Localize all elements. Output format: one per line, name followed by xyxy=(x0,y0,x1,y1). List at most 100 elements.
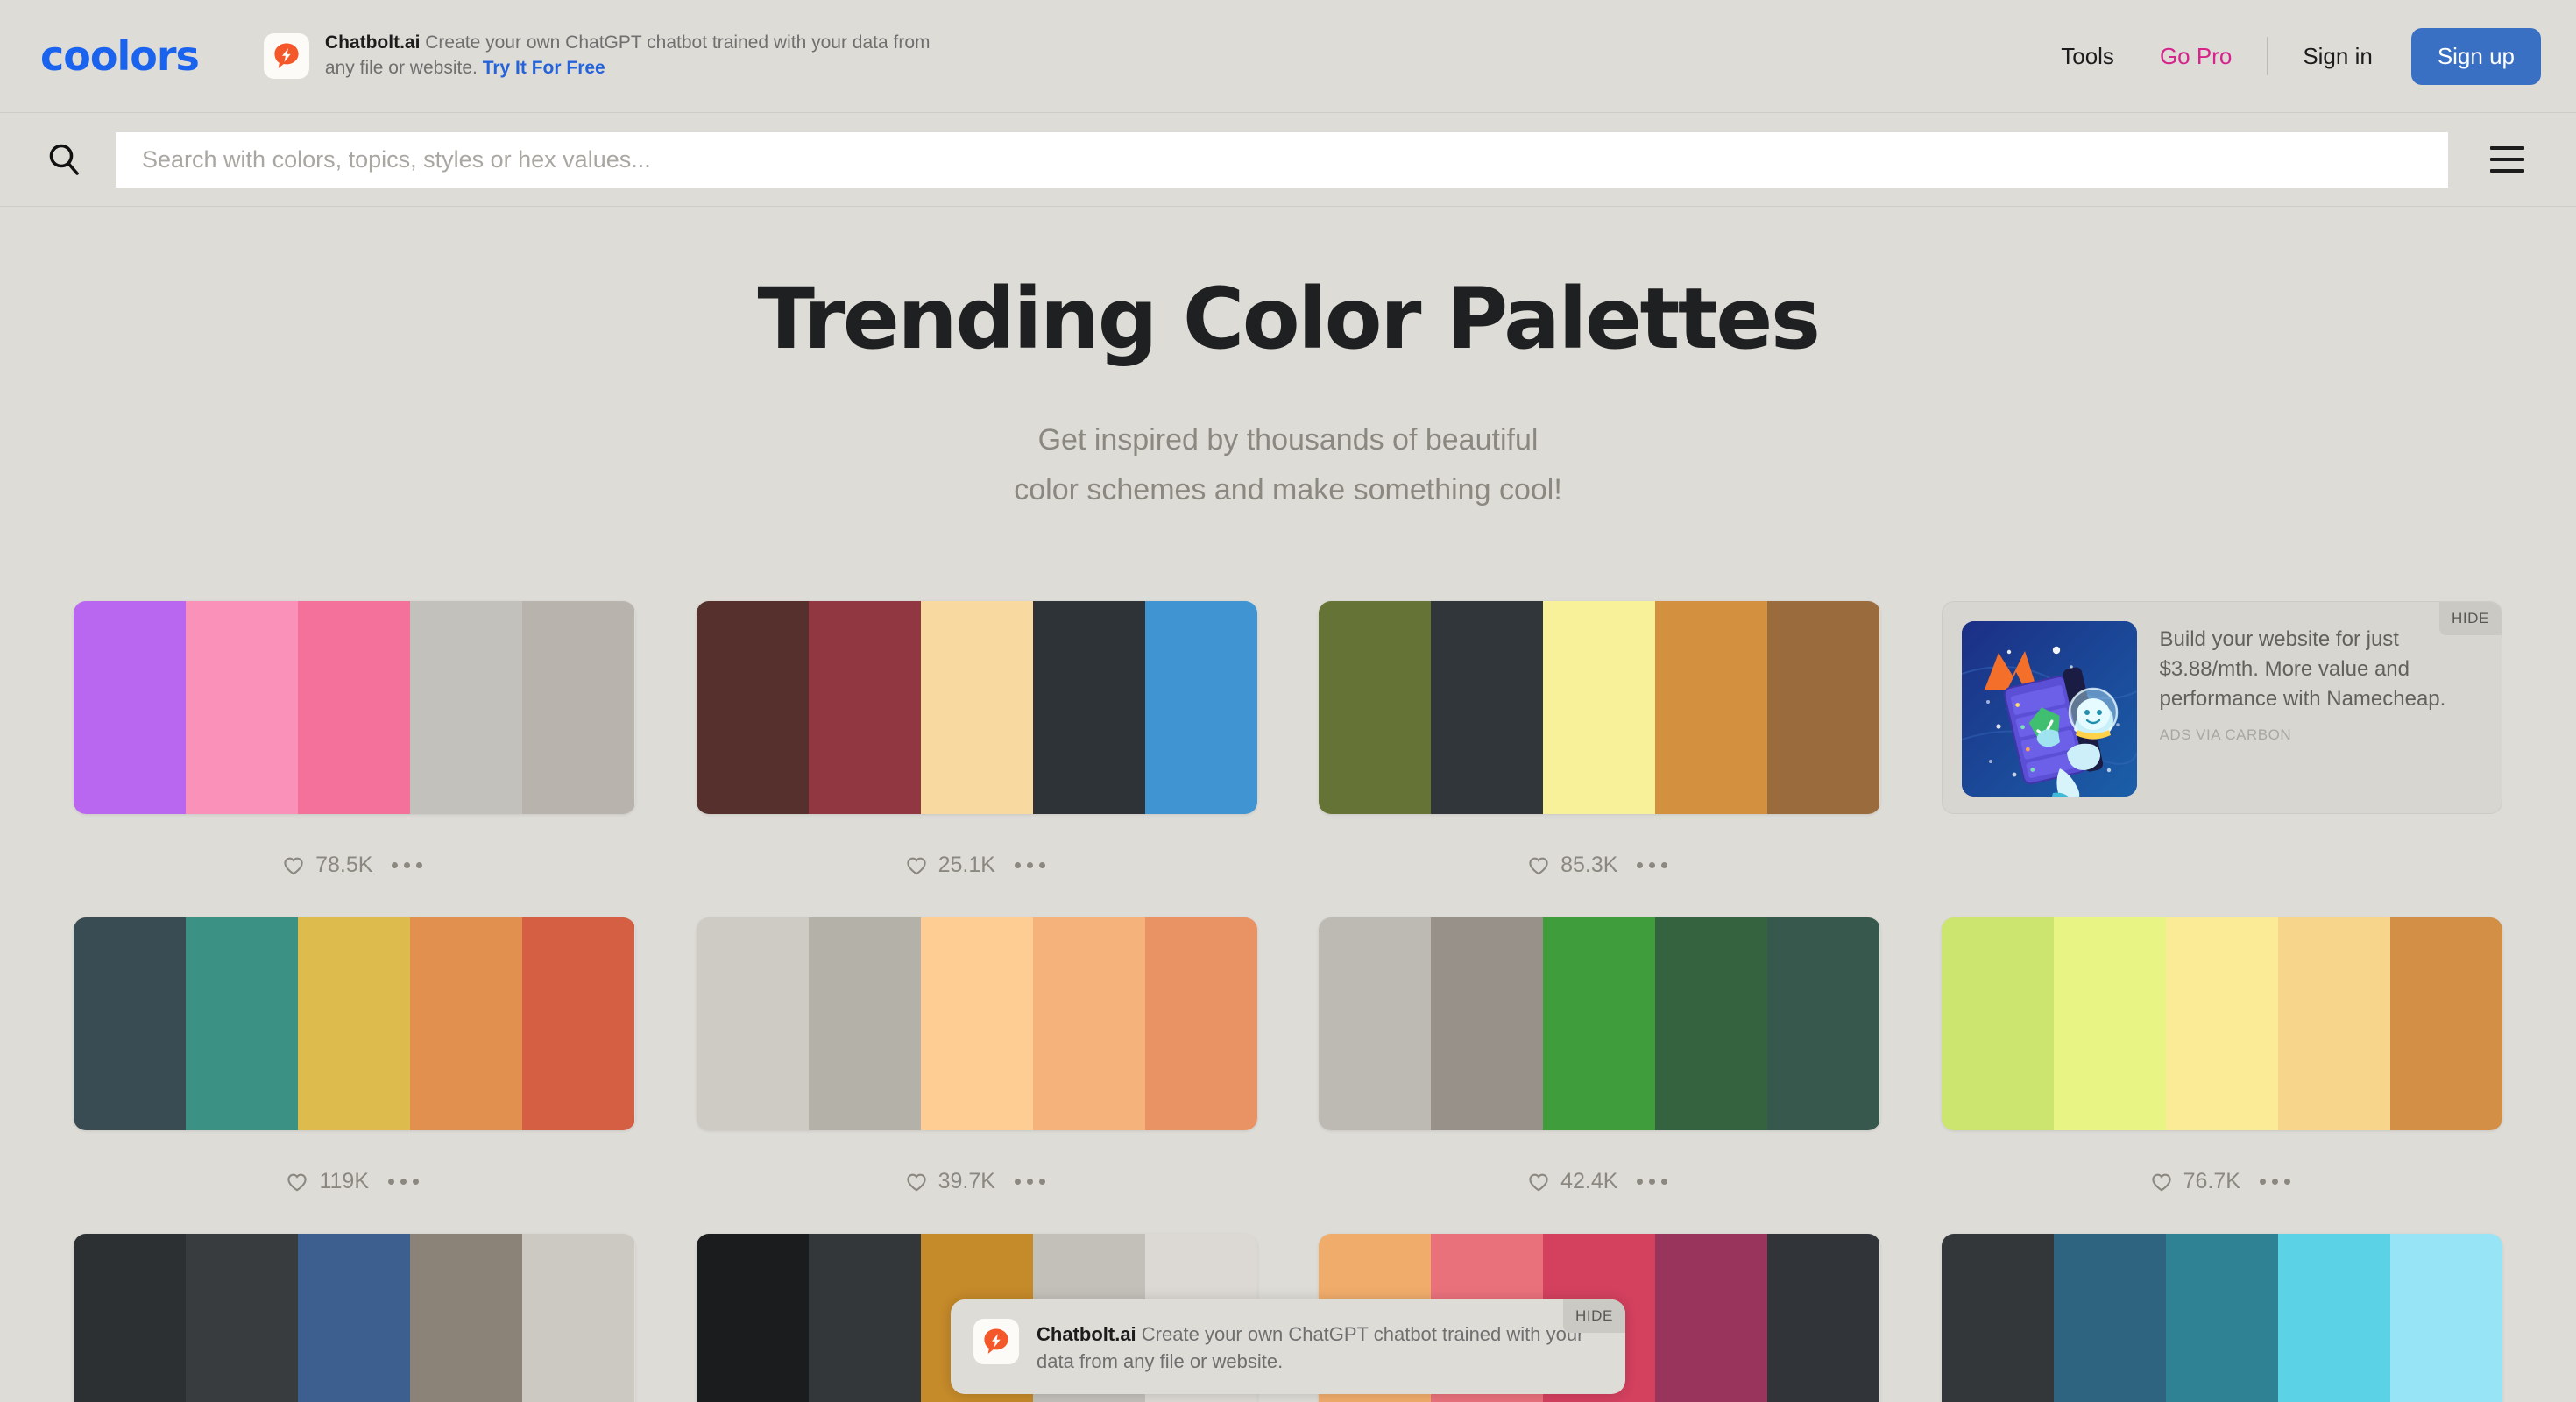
palette-swatch[interactable] xyxy=(1431,917,1543,1130)
search-icon[interactable] xyxy=(39,134,89,185)
hero-section: Trending Color Palettes Get inspired by … xyxy=(0,207,2576,515)
palette-swatch[interactable] xyxy=(2054,917,2166,1130)
sign-up-button[interactable]: Sign up xyxy=(2411,28,2541,85)
ad-text[interactable]: Build your website for just $3.88/mth. M… xyxy=(2160,625,2483,714)
palette-swatch[interactable] xyxy=(2278,917,2390,1130)
like-count: 25.1K xyxy=(938,853,995,878)
palette-swatch[interactable] xyxy=(809,1234,921,1402)
palette-swatch[interactable] xyxy=(809,917,921,1130)
palette-swatch[interactable] xyxy=(1655,917,1767,1130)
palette-swatch[interactable] xyxy=(697,601,809,814)
palette-swatches[interactable] xyxy=(1942,917,2503,1130)
palette-swatches[interactable] xyxy=(74,917,635,1130)
palette-swatch[interactable] xyxy=(2054,1234,2166,1402)
palette-more-options-button[interactable] xyxy=(388,855,426,875)
palette-swatch[interactable] xyxy=(2166,1234,2278,1402)
palette-swatch[interactable] xyxy=(298,917,410,1130)
palette-swatches[interactable] xyxy=(697,917,1258,1130)
palette-more-options-button[interactable] xyxy=(1633,855,1671,875)
palette-swatch[interactable] xyxy=(1767,1234,1879,1402)
palette-swatch[interactable] xyxy=(1767,917,1879,1130)
toast-text: Chatbolt.ai Create your own ChatGPT chat… xyxy=(1037,1319,1603,1375)
palette-swatches[interactable] xyxy=(697,601,1258,814)
palette-swatch[interactable] xyxy=(1319,601,1431,814)
palette-swatch[interactable] xyxy=(74,1234,186,1402)
palette-swatches[interactable] xyxy=(1319,601,1880,814)
palette-swatch[interactable] xyxy=(1543,601,1655,814)
toast-hide-button[interactable]: HIDE xyxy=(1563,1299,1625,1333)
palette-swatches[interactable] xyxy=(74,601,635,814)
palette-swatch[interactable] xyxy=(1431,601,1543,814)
palette-swatch[interactable] xyxy=(1033,917,1145,1130)
palette-meta: 78.5K xyxy=(74,814,635,917)
ad-hide-button[interactable]: HIDE xyxy=(2439,602,2502,635)
palette-swatch[interactable] xyxy=(697,917,809,1130)
palette-swatches[interactable] xyxy=(74,1234,635,1402)
palette-swatch[interactable] xyxy=(1942,1234,2054,1402)
hamburger-menu-icon[interactable] xyxy=(2476,129,2537,190)
like-button[interactable]: 39.7K xyxy=(905,1169,995,1194)
like-button[interactable]: 25.1K xyxy=(905,853,995,878)
namecheap-yeti-illustration[interactable] xyxy=(1962,621,2137,797)
palette-swatch[interactable] xyxy=(74,917,186,1130)
palette-swatch[interactable] xyxy=(1767,601,1879,814)
nav-item-go-pro[interactable]: Go Pro xyxy=(2137,43,2254,70)
nav-item-tools[interactable]: Tools xyxy=(2038,43,2137,70)
coolors-logo[interactable]: coolors xyxy=(40,32,199,80)
carbon-ad[interactable]: Build your website for just $3.88/mth. M… xyxy=(1942,601,2503,814)
palette-swatch[interactable] xyxy=(2390,917,2502,1130)
palette-cell: 25.1K xyxy=(697,601,1258,917)
palette-swatch[interactable] xyxy=(410,1234,522,1402)
palette-swatch[interactable] xyxy=(1543,917,1655,1130)
palette-cell: 119K xyxy=(74,917,635,1234)
palette-swatch[interactable] xyxy=(1319,917,1431,1130)
chatbolt-toast[interactable]: Chatbolt.ai Create your own ChatGPT chat… xyxy=(951,1299,1625,1394)
palette-more-options-button[interactable] xyxy=(1011,855,1049,875)
palette-swatches[interactable] xyxy=(1942,1234,2503,1402)
palette-meta: 85.3K xyxy=(1319,814,1880,917)
palette-swatch[interactable] xyxy=(921,917,1033,1130)
palette-more-options-button[interactable] xyxy=(385,1172,422,1192)
palette-swatch[interactable] xyxy=(809,601,921,814)
palette-swatch[interactable] xyxy=(1145,917,1257,1130)
palette-swatch[interactable] xyxy=(298,601,410,814)
palette-swatch[interactable] xyxy=(697,1234,809,1402)
palette-swatch[interactable] xyxy=(410,601,522,814)
search-input[interactable] xyxy=(116,132,2448,188)
palette-swatch[interactable] xyxy=(522,1234,634,1402)
like-count: 85.3K xyxy=(1560,853,1617,878)
palette-swatch[interactable] xyxy=(1145,601,1257,814)
palette-swatch[interactable] xyxy=(186,1234,298,1402)
palette-swatch[interactable] xyxy=(2166,917,2278,1130)
like-button[interactable]: 42.4K xyxy=(1527,1169,1617,1194)
palette-swatch[interactable] xyxy=(298,1234,410,1402)
like-button[interactable]: 78.5K xyxy=(282,853,372,878)
palette-swatch[interactable] xyxy=(74,601,186,814)
palette-swatch[interactable] xyxy=(1655,1234,1767,1402)
palette-more-options-button[interactable] xyxy=(1633,1172,1671,1192)
palette-more-options-button[interactable] xyxy=(2256,1172,2294,1192)
header-promo-cta[interactable]: Try It For Free xyxy=(483,58,605,78)
palette-swatch[interactable] xyxy=(522,917,634,1130)
palette-more-options-button[interactable] xyxy=(1011,1172,1049,1192)
palette-swatch[interactable] xyxy=(522,601,634,814)
nav-item-sign-in[interactable]: Sign in xyxy=(2280,43,2396,70)
like-button[interactable]: 119K xyxy=(286,1169,369,1194)
palette-swatch[interactable] xyxy=(1033,601,1145,814)
like-button[interactable]: 85.3K xyxy=(1527,853,1617,878)
palette-swatch[interactable] xyxy=(186,917,298,1130)
page-subtitle-line-2: color schemes and make something cool! xyxy=(0,465,2576,515)
like-button[interactable]: 76.7K xyxy=(2150,1169,2240,1194)
palette-meta: 39.7K xyxy=(697,1130,1258,1234)
palette-swatch[interactable] xyxy=(921,601,1033,814)
palette-swatch[interactable] xyxy=(1655,601,1767,814)
palette-swatch[interactable] xyxy=(410,917,522,1130)
chatbolt-logo-icon xyxy=(264,33,309,79)
palette-swatch[interactable] xyxy=(2390,1234,2502,1402)
header-promo-banner[interactable]: Chatbolt.ai Create your own ChatGPT chat… xyxy=(264,31,938,81)
palette-swatches[interactable] xyxy=(1319,917,1880,1130)
ad-attribution: ADS VIA CARBON xyxy=(2160,726,2483,744)
palette-swatch[interactable] xyxy=(186,601,298,814)
palette-swatch[interactable] xyxy=(2278,1234,2390,1402)
palette-swatch[interactable] xyxy=(1942,917,2054,1130)
